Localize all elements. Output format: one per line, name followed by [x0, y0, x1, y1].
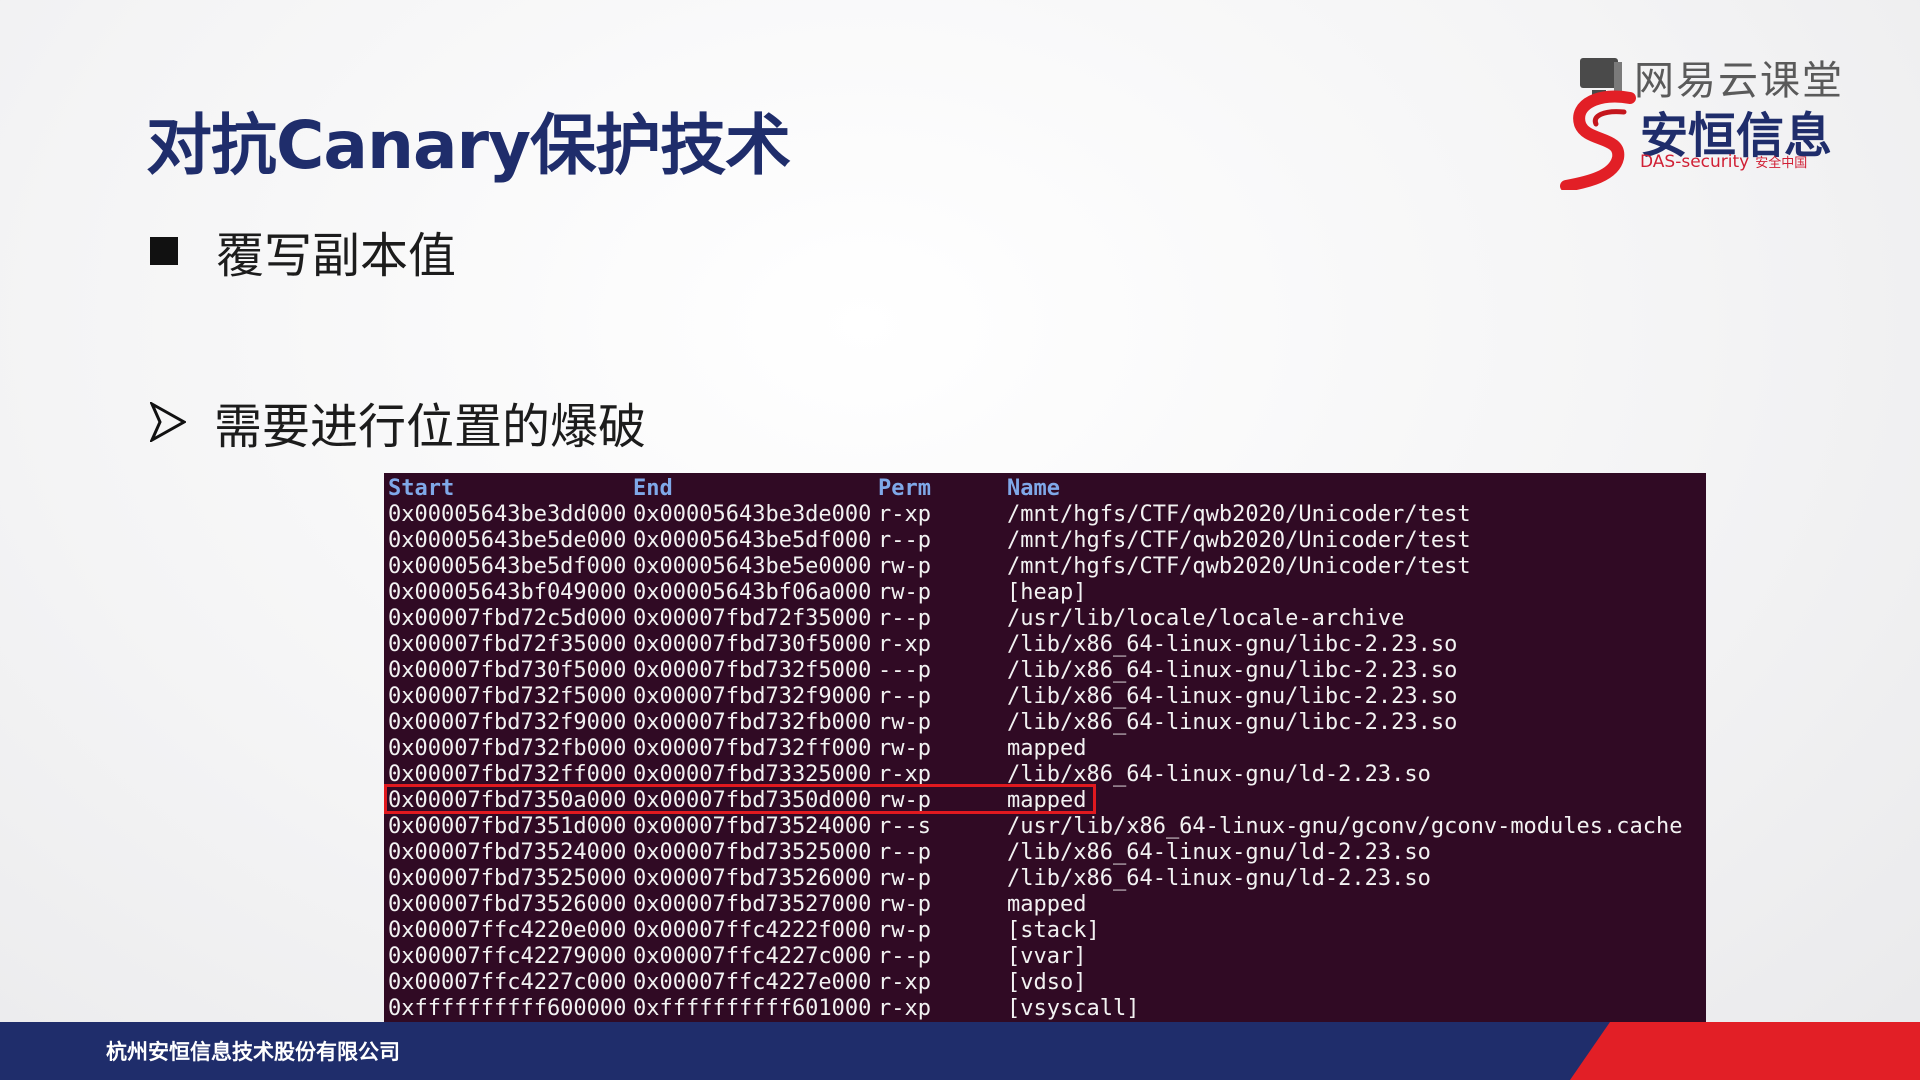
cell-start: 0x00005643be5df000 [388, 554, 627, 579]
cell-start: 0x00007fbd730f5000 [388, 658, 627, 683]
brand-logo: 网易云课堂 安恒信息 DAS-security 安全中国 [1560, 44, 1880, 194]
das-s-logo-icon [1560, 90, 1636, 190]
tiny-mark [73, 978, 79, 984]
cell-name: mapped [1007, 892, 1087, 917]
cell-start: 0x00007fbd73526000 [388, 892, 627, 917]
square-bullet-icon [150, 237, 178, 265]
header-perm: Perm [878, 476, 931, 501]
cell-start: 0x00007fbd73524000 [388, 840, 627, 865]
cell-perm: rw-p [878, 736, 931, 761]
cell-end: 0x00007fbd732fb000 [633, 710, 872, 735]
cell-name: /mnt/hgfs/CTF/qwb2020/Unicoder/test [1007, 502, 1471, 527]
memory-map-terminal: Start End Perm Name 0x00005643be3dd000 0x… [384, 473, 1706, 1023]
das-tagline: DAS-security 安全中国 [1640, 152, 1807, 172]
cell-start: 0xffffffffff600000 [388, 996, 627, 1021]
bullet-1-text: 覆写副本值 [216, 228, 457, 284]
cell-perm: r--p [878, 684, 931, 709]
cell-end: 0x00005643be5df000 [633, 528, 872, 553]
cell-name: /lib/x86_64-linux-gnu/libc-2.23.so [1007, 632, 1458, 657]
cell-perm: rw-p [878, 710, 931, 735]
cell-end: 0x00007fbd73526000 [633, 866, 872, 891]
cell-name: [vdso] [1007, 970, 1087, 995]
bullet-2-text: 需要进行位置的爆破 [214, 399, 647, 455]
cell-end: 0x00007fbd72f35000 [633, 606, 872, 631]
header-name: Name [1007, 476, 1060, 501]
slide-title: 对抗Canary保护技术 [146, 107, 791, 184]
cell-end: 0xffffffffff601000 [633, 996, 872, 1021]
das-tagline-en: DAS-security [1640, 152, 1750, 172]
cell-start: 0x00007fbd72f35000 [388, 632, 627, 657]
cell-end: 0x00007fbd73525000 [633, 840, 872, 865]
cell-start: 0x00007fbd732f9000 [388, 710, 627, 735]
cell-name: [heap] [1007, 580, 1087, 605]
das-tagline-cn: 安全中国 [1755, 156, 1808, 171]
terminal-header-row: Start End Perm Name [388, 476, 1060, 502]
cell-perm: r--s [878, 814, 931, 839]
cell-start: 0x00007fbd73525000 [388, 866, 627, 891]
cell-name: /lib/x86_64-linux-gnu/ld-2.23.so [1007, 866, 1431, 891]
cell-perm: r--p [878, 528, 931, 553]
cell-name: /lib/x86_64-linux-gnu/libc-2.23.so [1007, 684, 1458, 709]
footer-company: 杭州安恒信息技术股份有限公司 [106, 1040, 400, 1064]
cell-end: 0x00007ffc4227e000 [633, 970, 872, 995]
cell-name: /usr/lib/x86_64-linux-gnu/gconv/gconv-mo… [1007, 814, 1683, 839]
cell-start: 0x00007fbd72c5d000 [388, 606, 627, 631]
cell-perm: rw-p [878, 866, 931, 891]
cell-perm: r-xp [878, 970, 931, 995]
cell-end: 0x00007ffc4227c000 [633, 944, 872, 969]
cell-perm: rw-p [878, 892, 931, 917]
cell-name: /usr/lib/locale/locale-archive [1007, 606, 1405, 631]
footer-red-band [1570, 1022, 1920, 1080]
header-end: End [633, 476, 673, 501]
cell-perm: r-xp [878, 632, 931, 657]
footer-bar: 杭州安恒信息技术股份有限公司 [0, 1022, 1920, 1080]
cell-perm: r-xp [878, 996, 931, 1021]
cell-end: 0x00007fbd732f9000 [633, 684, 872, 709]
cell-start: 0x00007ffc4227c000 [388, 970, 627, 995]
cell-perm: r-xp [878, 502, 931, 527]
cell-end: 0x00005643bf06a000 [633, 580, 872, 605]
cell-name: /lib/x86_64-linux-gnu/libc-2.23.so [1007, 658, 1458, 683]
cell-end: 0x00007fbd73524000 [633, 814, 872, 839]
cell-end: 0x00007ffc4222f000 [633, 918, 872, 943]
cell-start: 0x00005643be5de000 [388, 528, 627, 553]
cell-start: 0x00007fbd7351d000 [388, 814, 627, 839]
cell-perm: r--p [878, 606, 931, 631]
cell-perm: rw-p [878, 554, 931, 579]
cell-name: [stack] [1007, 918, 1100, 943]
cell-start: 0x00007fbd732f5000 [388, 684, 627, 709]
cell-start: 0x00005643bf049000 [388, 580, 627, 605]
cell-name: [vsyscall] [1007, 996, 1140, 1021]
cell-perm: ---p [878, 658, 931, 683]
cell-name: /lib/x86_64-linux-gnu/ld-2.23.so [1007, 840, 1431, 865]
cell-end: 0x00007fbd730f5000 [633, 632, 872, 657]
cell-start: 0x00007ffc42279000 [388, 944, 627, 969]
arrow-bullet-icon [150, 402, 186, 442]
cell-end: 0x00007fbd732ff000 [633, 736, 872, 761]
cell-name: [vvar] [1007, 944, 1087, 969]
cell-start: 0x00005643be3dd000 [388, 502, 627, 527]
cell-end: 0x00007fbd73527000 [633, 892, 872, 917]
cell-end: 0x00005643be5e0000 [633, 554, 872, 579]
cell-perm: r--p [878, 840, 931, 865]
bullet-2: 需要进行位置的爆破 [150, 387, 646, 457]
cell-end: 0x00005643be3de000 [633, 502, 872, 527]
cell-name: /mnt/hgfs/CTF/qwb2020/Unicoder/test [1007, 528, 1471, 553]
cell-start: 0x00007ffc4220e000 [388, 918, 627, 943]
cell-name: mapped [1007, 736, 1087, 761]
cell-name: /lib/x86_64-linux-gnu/libc-2.23.so [1007, 710, 1458, 735]
bullet-1: 覆写副本值 [150, 216, 456, 286]
cell-name: /mnt/hgfs/CTF/qwb2020/Unicoder/test [1007, 554, 1471, 579]
cell-end: 0x00007fbd732f5000 [633, 658, 872, 683]
highlighted-row-box [384, 784, 1096, 814]
cell-perm: rw-p [878, 580, 931, 605]
cell-perm: r--p [878, 944, 931, 969]
cell-perm: rw-p [878, 918, 931, 943]
cell-start: 0x00007fbd732fb000 [388, 736, 627, 761]
header-start: Start [388, 476, 455, 501]
